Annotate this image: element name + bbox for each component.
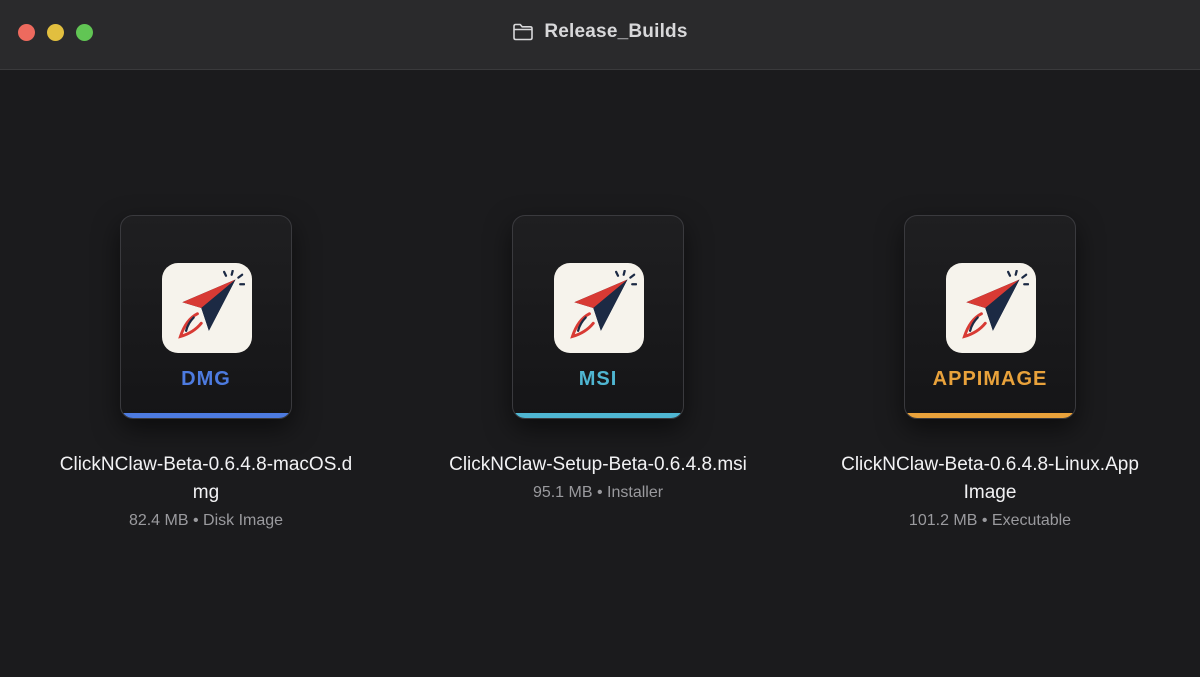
finder-window: Release_Builds DMG ClickNClaw-Beta-0.6.4… xyxy=(0,0,1200,677)
file-size: 82.4 MB xyxy=(128,512,189,529)
clicknclaw-app-icon xyxy=(946,263,1036,353)
file-item-dmg[interactable]: DMG ClickNClaw-Beta-0.6.4.8-macOS.dmg 82… xyxy=(56,215,356,530)
file-name[interactable]: ClickNClaw-Setup-Beta-0.6.4.8.msi xyxy=(448,451,748,479)
file-kind: Installer xyxy=(607,484,664,501)
file-size: 101.2 MB xyxy=(908,512,978,529)
file-meta: 95.1 MB • Installer xyxy=(533,484,663,502)
meta-separator: • xyxy=(192,512,204,529)
file-kind: Executable xyxy=(991,512,1072,529)
file-size: 95.1 MB xyxy=(532,484,593,501)
accent-bar xyxy=(905,413,1075,418)
meta-separator: • xyxy=(981,512,992,529)
rocket-cursor-icon xyxy=(178,270,245,339)
file-type-label: MSI xyxy=(578,368,618,390)
rocket-cursor-icon xyxy=(570,270,637,339)
file-type-label: APPIMAGE xyxy=(932,368,1048,390)
window-title-group: Release_Builds xyxy=(0,21,1200,43)
file-meta: 82.4 MB • Disk Image xyxy=(129,512,283,530)
accent-bar xyxy=(513,413,683,418)
file-grid: DMG ClickNClaw-Beta-0.6.4.8-macOS.dmg 82… xyxy=(0,70,1200,677)
clicknclaw-app-icon xyxy=(554,263,644,353)
file-name[interactable]: ClickNClaw-Beta-0.6.4.8-Linux.AppImage xyxy=(840,451,1140,507)
meta-separator: • xyxy=(596,484,608,501)
file-item-msi[interactable]: MSI ClickNClaw-Setup-Beta-0.6.4.8.msi 95… xyxy=(448,215,748,502)
title-bar: Release_Builds xyxy=(0,0,1200,70)
window-title: Release_Builds xyxy=(544,21,688,42)
file-icon-card[interactable]: DMG xyxy=(120,215,292,419)
file-icon-card[interactable]: APPIMAGE xyxy=(904,215,1076,419)
accent-bar xyxy=(121,413,291,418)
file-kind: Disk Image xyxy=(203,512,284,529)
file-item-appimage[interactable]: APPIMAGE ClickNClaw-Beta-0.6.4.8-Linux.A… xyxy=(840,215,1140,530)
clicknclaw-app-icon xyxy=(162,263,252,353)
file-type-label: DMG xyxy=(181,368,231,390)
file-name[interactable]: ClickNClaw-Beta-0.6.4.8-macOS.dmg xyxy=(56,451,356,507)
file-icon-card[interactable]: MSI xyxy=(512,215,684,419)
file-meta: 101.2 MB • Executable xyxy=(909,512,1071,530)
rocket-cursor-icon xyxy=(962,270,1029,339)
folder-icon xyxy=(513,23,534,41)
